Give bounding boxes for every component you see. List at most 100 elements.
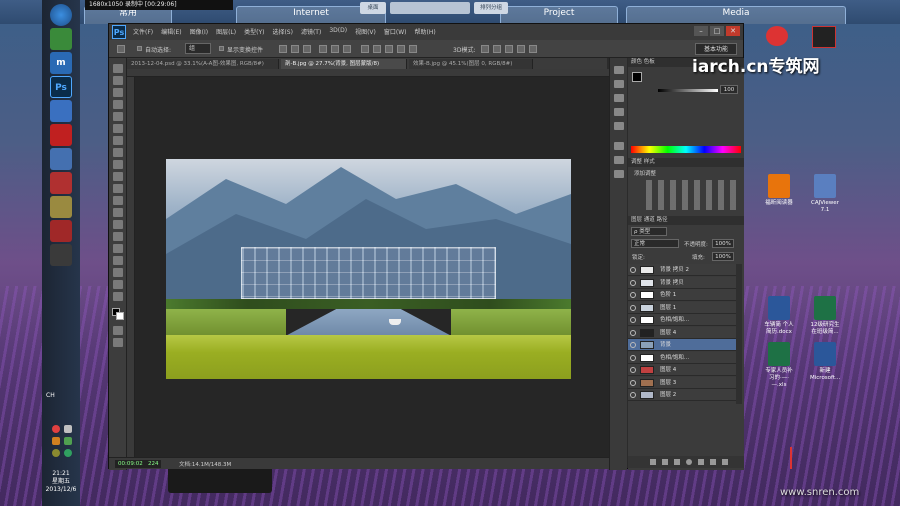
- align-top-icon[interactable]: [279, 45, 287, 53]
- layer-row[interactable]: 背景 拷贝 2: [628, 264, 738, 276]
- visibility-eye-icon[interactable]: [630, 367, 636, 373]
- layer-row[interactable]: 色阶 1: [628, 289, 738, 301]
- new-group-icon[interactable]: [698, 459, 704, 465]
- distribute-icon-3[interactable]: [385, 45, 393, 53]
- menu-help[interactable]: 帮助(H): [415, 27, 436, 36]
- color-slider[interactable]: [658, 89, 718, 92]
- quick-select-tool[interactable]: [113, 100, 123, 109]
- tool-presets-icon[interactable]: [614, 170, 624, 178]
- properties-panel-icon[interactable]: [614, 80, 624, 88]
- auto-select-dropdown[interactable]: 组: [185, 43, 211, 54]
- move-tool[interactable]: [113, 64, 123, 73]
- eraser-tool[interactable]: [113, 184, 123, 193]
- shape-tool[interactable]: [113, 268, 123, 277]
- distribute-icon-2[interactable]: [373, 45, 381, 53]
- visibility-eye-icon[interactable]: [630, 267, 636, 273]
- eyedropper-tool[interactable]: [113, 124, 123, 133]
- history-brush-tool[interactable]: [113, 172, 123, 181]
- distribute-icon-1[interactable]: [361, 45, 369, 53]
- menu-view[interactable]: 视图(V): [355, 27, 376, 36]
- layer-row[interactable]: 图层 4: [628, 326, 738, 339]
- new-layer-icon[interactable]: [710, 459, 716, 465]
- quick-mask-button[interactable]: [113, 326, 123, 335]
- adjustment-layer-icon[interactable]: [686, 459, 692, 465]
- menu-file[interactable]: 文件(F): [133, 27, 153, 36]
- marquee-tool[interactable]: [113, 76, 123, 85]
- close-button[interactable]: ✕: [726, 26, 740, 36]
- desktop-icon-foxit[interactable]: 福昕阅读器: [764, 174, 794, 207]
- taskbar-clock[interactable]: 21:21 星期五 2013/12/6: [42, 470, 80, 494]
- desktop-icon-grad-list[interactable]: 12级研究生在班级简...: [810, 296, 840, 336]
- menu-edit[interactable]: 编辑(E): [161, 27, 181, 36]
- photoshop-taskbar-icon[interactable]: Ps: [50, 76, 72, 98]
- visibility-eye-icon[interactable]: [630, 317, 636, 323]
- menu-3d[interactable]: 3D(D): [329, 27, 347, 36]
- canvas-area[interactable]: [135, 77, 609, 493]
- document-size[interactable]: 文档:14.1M/148.3M: [179, 460, 231, 468]
- crop-tool[interactable]: [113, 112, 123, 121]
- tray-icon-1[interactable]: [52, 425, 60, 433]
- actions-panel-icon[interactable]: [614, 94, 624, 102]
- clone-source-icon[interactable]: [614, 122, 624, 130]
- layers-panel-header[interactable]: 图层 通道 路径: [628, 216, 744, 225]
- fence-group-button[interactable]: 排列分组: [474, 2, 508, 14]
- visibility-eye-icon[interactable]: [630, 392, 636, 398]
- app-icon-m[interactable]: m: [50, 52, 72, 74]
- screen-mode-button[interactable]: [113, 338, 123, 347]
- dodge-tool[interactable]: [113, 220, 123, 229]
- app-icon-7[interactable]: [50, 220, 72, 242]
- layer-row[interactable]: 图层 2: [628, 389, 738, 401]
- desktop-icon-cajviewer[interactable]: CAJViewer 7.1: [810, 174, 840, 214]
- distribute-icon-5[interactable]: [409, 45, 417, 53]
- language-indicator[interactable]: CH: [46, 392, 55, 399]
- visibility-eye-icon[interactable]: [630, 304, 636, 311]
- minimize-button[interactable]: –: [694, 26, 708, 36]
- 3d-slide-icon[interactable]: [517, 45, 525, 53]
- document-image[interactable]: [166, 159, 571, 379]
- paragraph-panel-icon[interactable]: [614, 156, 624, 164]
- menu-filter[interactable]: 滤镜(T): [301, 27, 321, 36]
- fill-field[interactable]: 100%: [712, 252, 734, 261]
- tab-document-1[interactable]: 2013-12-04.psd @ 33.1%(A-A图-效果图, RGB/8#): [127, 59, 279, 69]
- desktop-icon-resume[interactable]: 车辆简 个人简历.docx: [764, 296, 794, 336]
- brush-tool[interactable]: [113, 148, 123, 157]
- align-right-icon[interactable]: [343, 45, 351, 53]
- visibility-eye-icon[interactable]: [630, 379, 636, 386]
- layer-row[interactable]: 背景: [628, 339, 738, 351]
- layer-row[interactable]: 色相/饱和...: [628, 351, 738, 364]
- visibility-eye-icon[interactable]: [630, 329, 636, 336]
- blend-mode-dropdown[interactable]: 正常: [631, 239, 679, 248]
- background-color[interactable]: [116, 312, 124, 320]
- app-icon-3[interactable]: [50, 124, 72, 146]
- fence-project[interactable]: Project: [500, 6, 618, 24]
- align-left-icon[interactable]: [319, 45, 327, 53]
- healing-tool[interactable]: [113, 136, 123, 145]
- zoom-tool[interactable]: [113, 292, 123, 301]
- layer-row[interactable]: 图层 3: [628, 376, 738, 389]
- adjustments-panel-header[interactable]: 调整 样式: [628, 158, 744, 167]
- fence-media[interactable]: Media: [626, 6, 846, 24]
- layer-filter-kind[interactable]: ρ 类型: [631, 227, 667, 236]
- adjustment-icons[interactable]: [646, 180, 736, 210]
- history-panel-icon[interactable]: [614, 66, 624, 74]
- menu-select[interactable]: 选择(S): [272, 27, 293, 36]
- move-tool-icon[interactable]: [117, 45, 125, 53]
- blur-tool[interactable]: [113, 208, 123, 217]
- visibility-eye-icon[interactable]: [630, 342, 636, 348]
- link-layers-icon[interactable]: [650, 459, 656, 465]
- media-app-icon-2[interactable]: [812, 26, 836, 48]
- trash-icon[interactable]: [722, 459, 728, 465]
- desktop-icon-new-doc[interactable]: 新建 Microsoft...: [810, 342, 840, 382]
- opacity-field[interactable]: 100%: [712, 239, 734, 248]
- path-select-tool[interactable]: [113, 256, 123, 265]
- speaker-icon[interactable]: [52, 437, 60, 445]
- character-panel-icon[interactable]: [614, 142, 624, 150]
- app-icon-2[interactable]: [50, 100, 72, 122]
- distribute-icon-4[interactable]: [397, 45, 405, 53]
- gradient-tool[interactable]: [113, 196, 123, 205]
- network-icon[interactable]: [64, 437, 72, 445]
- visibility-eye-icon[interactable]: [630, 354, 636, 361]
- menu-type[interactable]: 类型(Y): [244, 27, 264, 36]
- tray-icon-2[interactable]: [64, 425, 72, 433]
- tray-icon-4[interactable]: [64, 449, 72, 457]
